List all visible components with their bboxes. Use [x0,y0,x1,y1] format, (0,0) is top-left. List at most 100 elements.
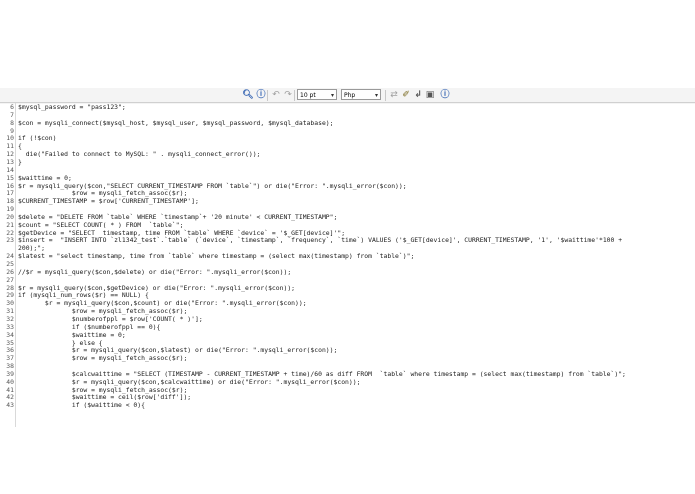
code-line: 36 $r = mysqli_query($con,$latest) or di… [0,346,695,354]
line-number: 32 [6,314,14,323]
fullscreen-icon[interactable]: ▣ [424,89,436,102]
line-number: 11 [6,142,14,151]
line-number: 27 [6,275,14,284]
line-number: 13 [6,157,14,166]
line-number: 14 [6,165,14,174]
code-text: $r = mysqli_query($con,$calcwaittime) or… [18,377,361,386]
line-number: 12 [6,150,14,159]
code-editor[interactable]: 6 $mysql_password = "pass123"; 7 8 $con = my… [0,103,695,427]
code-text: } [18,157,22,166]
code-line: 22 $getDevice = "SELECT timestamp, time F… [0,229,695,237]
chevron-down-icon: ▾ [374,92,378,99]
code-line: 37 $row = mysqli_fetch_assoc($r); [0,354,695,362]
code-text: 200);"; [18,244,45,253]
code-text: $con = mysqli_connect($mysql_host, $mysq… [18,118,334,127]
line-number: 21 [6,220,14,229]
chevron-down-icon: ▾ [330,92,334,99]
line-number: 28 [6,283,14,292]
line-number: 24 [6,252,14,261]
code-text: $row = mysqli_fetch_assoc($r); [18,385,188,394]
line-number: 40 [6,377,14,386]
font-size-select[interactable]: 10 pt ▾ [297,89,337,100]
line-number: 25 [6,260,14,268]
line-number: 43 [6,401,14,410]
wand-icon[interactable]: ✐ [400,89,412,102]
toolbar-separator [385,90,386,101]
code-line: 25 [0,260,695,268]
code-text: $r = mysqli_query($con,"SELECT CURRENT_T… [18,181,407,190]
language-select[interactable]: Php ▾ [341,89,381,100]
code-text: $getDevice = "SELECT timestamp, time FRO… [18,228,346,237]
code-line: 14 [0,166,695,174]
code-text: //$r = mysqli_query($con,$delete) or die… [18,267,292,276]
code-line: 200);"; [0,244,695,252]
binoculars-icon[interactable]: 🔍︎ [242,89,254,102]
code-line: 21 $count = "SELECT COUNT( * ) FROM `tabl… [0,221,695,229]
line-number: 22 [6,228,14,237]
code-line: 19 [0,205,695,213]
code-line: 42 $waittime = ceil($row['diff']); [0,393,695,401]
code-text: $CURRENT_TIMESTAMP = $row['CURRENT_TIMES… [18,197,199,206]
code-text: if ($waittime < 0){ [18,401,145,410]
code-line: 13} [0,158,695,166]
undo-icon[interactable]: ↶ [270,89,282,102]
line-number: 8 [10,118,14,127]
reindent-icon[interactable]: ↲ [412,89,424,102]
code-line: 27 [0,276,695,284]
line-number: 29 [6,291,14,300]
code-text: $row = mysqli_fetch_assoc($r); [18,307,188,316]
line-number: 20 [6,212,14,221]
line-number: 6 [10,103,14,111]
line-number: 23 [6,236,14,245]
code-text: $numberofppl = $row['COUNT( * )']; [18,314,203,323]
code-line: 9 [0,127,695,135]
code-text: $r = mysqli_query($con,$latest) or die("… [18,346,338,355]
redo-icon[interactable]: ↷ [282,89,294,102]
code-line: 28 $r = mysqli_query($con,$getDevice) or … [0,284,695,292]
font-size-value: 10 pt [300,92,316,99]
line-number: 33 [6,322,14,331]
line-number: 26 [6,267,14,276]
help-circle-icon[interactable]: ⓘ [255,89,267,102]
code-text: $waittime = 0; [18,173,72,182]
line-number: 15 [6,173,14,182]
line-number: 18 [6,197,14,206]
code-line: 34 $waittime = 0; [0,331,695,339]
code-line: 35 } else { [0,339,695,347]
line-number: 37 [6,354,14,363]
code-text: $mysql_password = "pass123"; [18,103,126,111]
line-number: 38 [6,362,14,371]
code-line: 6 $mysql_password = "pass123"; [0,103,695,111]
code-line: 20 $delete = "DELETE FROM `table` WHERE `… [0,213,695,221]
line-number: 10 [6,134,14,143]
code-line: 41 $row = mysqli_fetch_assoc($r); [0,386,695,394]
code-text: } else { [18,338,103,347]
code-text: $waittime = 0; [18,330,126,339]
search-replace-icon[interactable]: ⇄ [388,89,400,102]
code-text: $delete = "DELETE FROM `table` WHERE `ti… [18,212,338,221]
line-number: 17 [6,189,14,198]
line-number: 7 [10,110,14,119]
line-number: 39 [6,369,14,378]
language-value: Php [344,92,356,99]
code-line: 15 $waittime = 0; [0,174,695,182]
code-text: if ($numberofppl == 0){ [18,322,161,331]
code-line: 8 $con = mysqli_connect($mysql_host, $mys… [0,119,695,127]
toolbar-separator [267,90,268,101]
code-line: 10 if (!$con) [0,134,695,142]
code-line: 29 if (mysqli_num_rows($r) == NULL) { [0,291,695,299]
code-line: 12 die("Failed to connect to MySQL: " . … [0,150,695,158]
code-text: $latest = "select timestamp, time from `… [18,252,415,261]
line-number: 41 [6,385,14,394]
line-number: 36 [6,346,14,355]
info-icon[interactable]: ⓘ [439,89,451,102]
line-number: 16 [6,181,14,190]
code-text: $row = mysqli_fetch_assoc($r); [18,189,188,198]
line-number: 31 [6,307,14,316]
code-line: 38 [0,362,695,370]
code-text: $count = "SELECT COUNT( * ) FROM `table`… [18,220,184,229]
line-number: 34 [6,330,14,339]
code-line: 18 $CURRENT_TIMESTAMP = $row['CURRENT_TIM… [0,197,695,205]
code-line: 17 $row = mysqli_fetch_assoc($r); [0,189,695,197]
code-text: $r = mysqli_query($con,$count) or die("E… [18,299,307,308]
